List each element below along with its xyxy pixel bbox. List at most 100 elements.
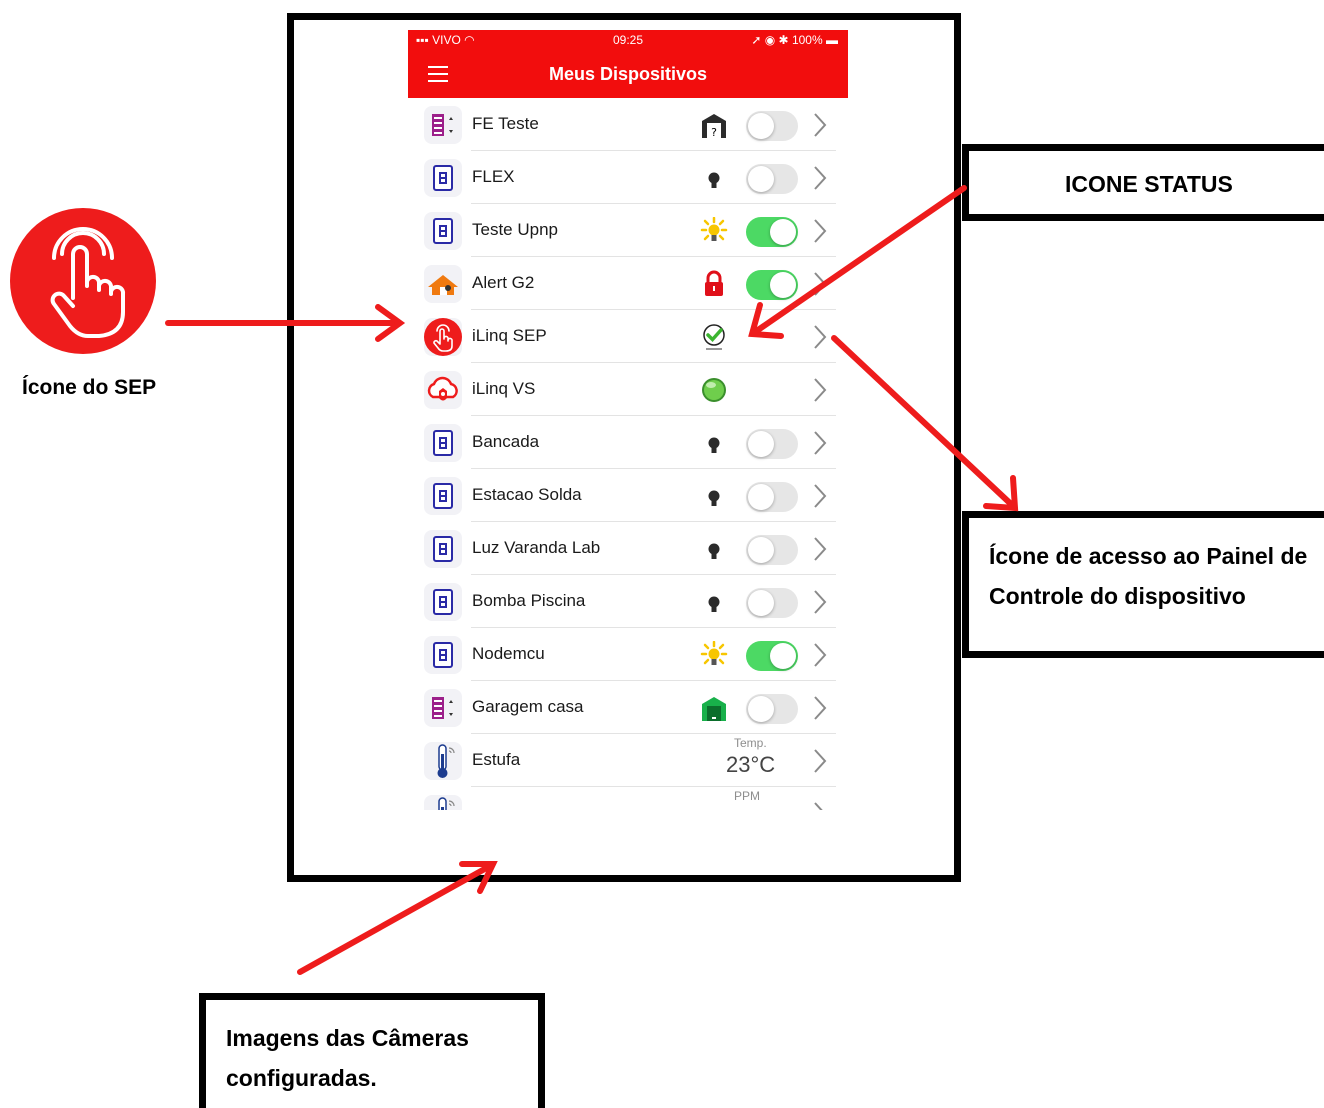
device-row[interactable]: Estacao Solda	[408, 469, 848, 522]
device-row[interactable]: iLinq VS	[408, 363, 848, 416]
chevron-right-icon[interactable]	[812, 483, 828, 509]
chevron-right-icon[interactable]	[812, 324, 828, 350]
chevron-right-icon[interactable]	[812, 112, 828, 138]
device-name: FE Teste	[472, 114, 539, 133]
status-icon-callout: ICONE STATUS	[962, 144, 1324, 221]
thermometer-icon	[424, 795, 462, 810]
svg-text:?: ?	[711, 126, 717, 139]
chevron-right-icon[interactable]	[812, 589, 828, 615]
power-toggle[interactable]	[746, 641, 798, 671]
bulb-on-icon	[698, 640, 730, 669]
device-name: Garagem casa	[472, 697, 584, 716]
chevron-right-icon[interactable]	[812, 536, 828, 562]
chevron-right-icon[interactable]	[812, 748, 828, 774]
power-toggle[interactable]	[746, 535, 798, 565]
device-row[interactable]: Estufa Temp. 23°C	[408, 734, 848, 787]
device-row[interactable]: FE Teste?	[408, 98, 848, 151]
chevron-right-icon[interactable]	[812, 695, 828, 721]
lock-icon	[698, 270, 730, 298]
power-toggle[interactable]	[746, 482, 798, 512]
device-row[interactable]: Garagem casa	[408, 681, 848, 734]
power-toggle[interactable]	[746, 694, 798, 724]
sep-touch-icon	[424, 318, 462, 356]
device-name: iLinq SEP	[472, 326, 547, 345]
toggle-knob	[770, 643, 796, 669]
device-row[interactable]: Bomba Piscina	[408, 575, 848, 628]
switch-device-icon	[424, 212, 462, 250]
gate-unknown-icon: ?	[698, 111, 730, 139]
panel-access-callout-text: Ícone de acesso ao Painel de Controle do…	[989, 543, 1308, 609]
bulb-off-icon	[698, 482, 730, 510]
ppm-label: PPM	[734, 789, 761, 803]
thermometer-icon	[424, 742, 462, 780]
device-name: Bomba Piscina	[472, 591, 586, 610]
toggle-knob	[748, 484, 774, 510]
temperature-label: Temp.	[734, 736, 767, 750]
chevron-right-icon[interactable]	[812, 271, 828, 297]
switch-device-icon	[424, 424, 462, 462]
toggle-knob	[748, 696, 774, 722]
device-row[interactable]: Alert G2	[408, 257, 848, 310]
device-name: FLEX	[472, 167, 515, 186]
green-led-icon	[698, 376, 730, 404]
switch-device-icon	[424, 159, 462, 197]
bulb-off-icon	[698, 535, 730, 563]
switch-device-icon	[424, 530, 462, 568]
bulb-off-icon	[698, 164, 730, 192]
device-name: Teste Upnp	[472, 220, 558, 239]
gate-controller-icon	[424, 106, 462, 144]
device-row[interactable]: Bancada	[408, 416, 848, 469]
device-name: Bancada	[472, 432, 540, 451]
battery-indicator: ➚ ◉ ✱ 100% ▬	[751, 33, 838, 47]
panel-access-callout: Ícone de acesso ao Painel de Controle do…	[962, 511, 1324, 658]
device-row[interactable]: Teste Upnp	[408, 204, 848, 257]
bulb-off-icon	[698, 588, 730, 616]
toggle-knob	[748, 166, 774, 192]
temperature-value: 23°C	[726, 752, 776, 777]
power-toggle[interactable]	[746, 588, 798, 618]
phone-screen: ▪▪▪ VIVO ◠ 09:25 ➚ ◉ ✱ 100% ▬ Meus Dispo…	[408, 30, 848, 810]
device-row[interactable]: iLinq SEP	[408, 310, 848, 363]
toggle-knob	[770, 219, 796, 245]
device-name: Alert G2	[472, 273, 535, 292]
toggle-knob	[748, 537, 774, 563]
device-row[interactable]: PPM	[408, 787, 848, 810]
power-toggle[interactable]	[746, 429, 798, 459]
chevron-right-icon[interactable]	[812, 430, 828, 456]
toggle-knob	[748, 590, 774, 616]
chevron-right-icon[interactable]	[812, 377, 828, 403]
device-row[interactable]: FLEX	[408, 151, 848, 204]
garage-open-icon	[698, 694, 730, 722]
cameras-callout: Imagens das Câmeras configuradas.	[199, 993, 545, 1108]
navigation-bar: Meus Dispositivos	[408, 52, 848, 98]
power-toggle[interactable]	[746, 270, 798, 300]
vs-cloud-icon	[424, 371, 462, 409]
device-name: Luz Varanda Lab	[472, 538, 601, 557]
device-name: Nodemcu	[472, 644, 545, 663]
power-toggle[interactable]	[746, 217, 798, 247]
device-row[interactable]: Luz Varanda Lab	[408, 522, 848, 575]
power-toggle[interactable]	[746, 164, 798, 194]
check-icon	[698, 323, 730, 351]
device-name: Estufa	[472, 750, 521, 769]
toggle-knob	[748, 113, 774, 139]
cameras-callout-text: Imagens das Câmeras configuradas.	[226, 1025, 469, 1091]
gate-controller-icon	[424, 689, 462, 727]
toggle-knob	[770, 272, 796, 298]
power-toggle[interactable]	[746, 111, 798, 141]
page-title: Meus Dispositivos	[548, 64, 708, 84]
status-icon-callout-text: ICONE STATUS	[1065, 171, 1233, 197]
chevron-right-icon[interactable]	[812, 218, 828, 244]
toggle-knob	[748, 431, 774, 457]
sep-icon-caption: Ícone do SEP	[22, 376, 157, 399]
chevron-right-icon[interactable]	[812, 801, 828, 810]
device-name: iLinq VS	[472, 379, 536, 398]
bulb-off-icon	[698, 429, 730, 457]
status-bar: ▪▪▪ VIVO ◠ 09:25 ➚ ◉ ✱ 100% ▬	[408, 30, 848, 52]
switch-device-icon	[424, 583, 462, 621]
device-row[interactable]: Nodemcu	[408, 628, 848, 681]
switch-device-icon	[424, 636, 462, 674]
device-name: Estacao Solda	[472, 485, 582, 504]
chevron-right-icon[interactable]	[812, 642, 828, 668]
chevron-right-icon[interactable]	[812, 165, 828, 191]
